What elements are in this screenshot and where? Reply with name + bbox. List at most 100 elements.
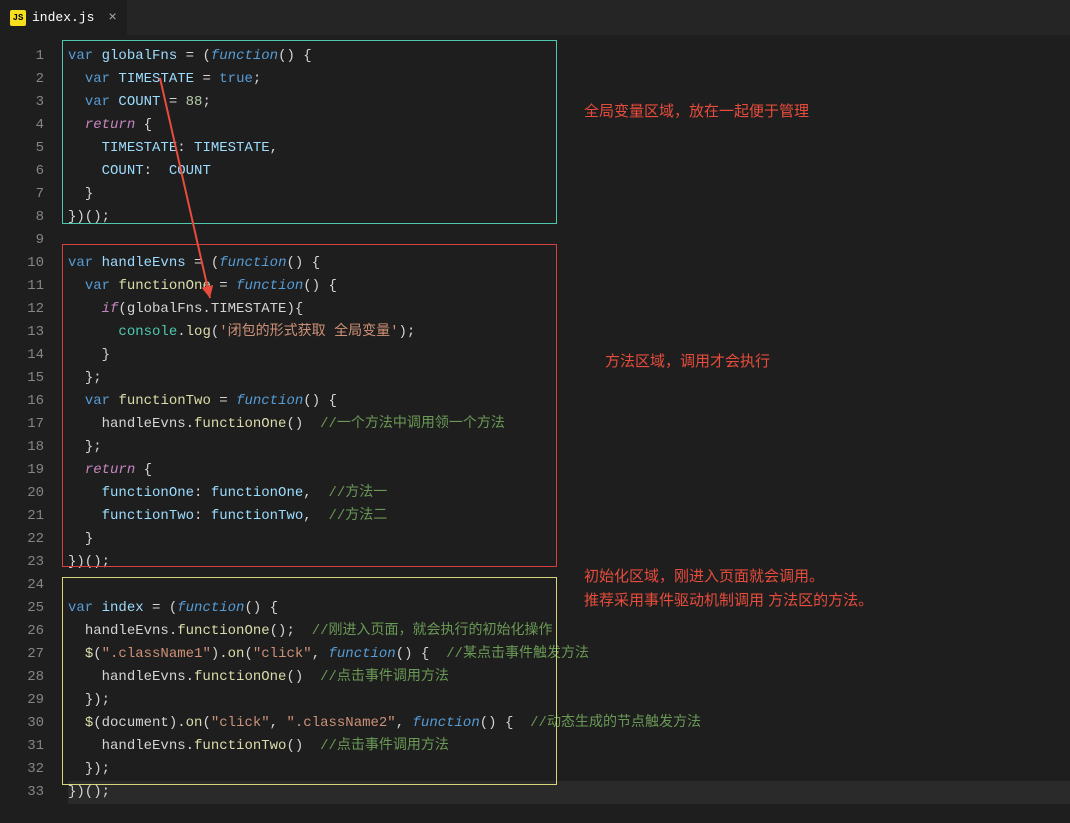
line-number: 28 bbox=[0, 666, 44, 689]
code-line[interactable]: if(globalFns.TIMESTATE){ bbox=[68, 298, 1070, 321]
code-line[interactable]: TIMESTATE: TIMESTATE, bbox=[68, 137, 1070, 160]
punct: } bbox=[85, 186, 93, 202]
indent-guide bbox=[68, 646, 85, 662]
code-line[interactable]: } bbox=[68, 344, 1070, 367]
code-line[interactable]: functionTwo: functionTwo, //方法二 bbox=[68, 505, 1070, 528]
line-number: 13 bbox=[0, 321, 44, 344]
line-number: 33 bbox=[0, 781, 44, 804]
space bbox=[228, 278, 236, 294]
punct: }; bbox=[85, 439, 102, 455]
code-line[interactable]: handleEvns.functionOne(); //刚进入页面，就会执行的初… bbox=[68, 620, 1070, 643]
string: ".className2" bbox=[286, 715, 395, 731]
code-line[interactable]: handleEvns.functionOne() //点击事件调用方法 bbox=[68, 666, 1070, 689]
function-name: functionTwo bbox=[194, 738, 286, 754]
indent-guide bbox=[68, 186, 85, 202]
keyword: function bbox=[211, 48, 278, 64]
line-number: 29 bbox=[0, 689, 44, 712]
identifier: COUNT bbox=[110, 94, 169, 110]
code-line[interactable]: var functionOne = function() { bbox=[68, 275, 1070, 298]
indent-guide bbox=[68, 324, 118, 340]
code-line[interactable]: })(); bbox=[68, 551, 1070, 574]
keyword: var bbox=[68, 48, 93, 64]
identifier: TIMESTATE bbox=[194, 140, 270, 156]
keyword: var bbox=[85, 71, 110, 87]
code-line[interactable]: console.log('闭包的形式获取 全局变量'); bbox=[68, 321, 1070, 344]
boolean: true bbox=[219, 71, 253, 87]
code-line[interactable]: }; bbox=[68, 367, 1070, 390]
dots bbox=[312, 485, 329, 501]
indent-guide bbox=[68, 485, 102, 501]
property: COUNT bbox=[102, 163, 144, 179]
string: "click" bbox=[211, 715, 270, 731]
code-line[interactable]: functionOne: functionOne, //方法一 bbox=[68, 482, 1070, 505]
punct: ( bbox=[93, 646, 101, 662]
punct: })(); bbox=[68, 784, 110, 800]
code-line[interactable]: } bbox=[68, 183, 1070, 206]
code-line[interactable]: handleEvns.functionOne() //一个方法中调用领一个方法 bbox=[68, 413, 1070, 436]
keyword: var bbox=[85, 278, 110, 294]
indent-guide bbox=[68, 278, 85, 294]
indent-guide bbox=[68, 71, 85, 87]
code-line[interactable]: COUNT: COUNT bbox=[68, 160, 1070, 183]
code-line[interactable]: var COUNT = 88; bbox=[68, 91, 1070, 114]
code-area[interactable]: var globalFns = (function() { var TIMEST… bbox=[58, 35, 1070, 823]
indent-guide bbox=[68, 301, 102, 317]
dots bbox=[312, 508, 329, 524]
space bbox=[211, 71, 219, 87]
code-line[interactable]: })(); bbox=[68, 206, 1070, 229]
identifier: functionOne bbox=[211, 485, 303, 501]
punct: { bbox=[135, 462, 152, 478]
dots bbox=[513, 715, 530, 731]
indent-guide bbox=[68, 692, 85, 708]
code-line[interactable]: return { bbox=[68, 114, 1070, 137]
tab-bar: JS index.js × bbox=[0, 0, 1070, 35]
keyword: function bbox=[177, 600, 244, 616]
line-number: 22 bbox=[0, 528, 44, 551]
code-line[interactable]: }); bbox=[68, 758, 1070, 781]
line-number: 31 bbox=[0, 735, 44, 758]
code-line[interactable]: var handleEvns = (function() { bbox=[68, 252, 1070, 275]
punct: : bbox=[177, 140, 194, 156]
code-line[interactable]: handleEvns.functionTwo() //点击事件调用方法 bbox=[68, 735, 1070, 758]
number: 88 bbox=[186, 94, 203, 110]
code-line[interactable]: } bbox=[68, 528, 1070, 551]
line-number: 11 bbox=[0, 275, 44, 298]
dots bbox=[303, 416, 320, 432]
punct: : bbox=[144, 163, 169, 179]
code-line[interactable]: var functionTwo = function() { bbox=[68, 390, 1070, 413]
punct: }); bbox=[85, 761, 110, 777]
punct: ( bbox=[194, 48, 211, 64]
tab-index-js[interactable]: JS index.js × bbox=[0, 0, 128, 35]
code-line[interactable]: var TIMESTATE = true; bbox=[68, 68, 1070, 91]
code-line[interactable]: return { bbox=[68, 459, 1070, 482]
code-line[interactable]: }; bbox=[68, 436, 1070, 459]
comment: //一个方法中调用领一个方法 bbox=[320, 416, 505, 432]
property: functionOne bbox=[102, 485, 194, 501]
editor[interactable]: 1234567891011121314151617181920212223242… bbox=[0, 35, 1070, 823]
line-number: 2 bbox=[0, 68, 44, 91]
line-number: 26 bbox=[0, 620, 44, 643]
indent-guide bbox=[68, 508, 102, 524]
keyword: var bbox=[68, 600, 93, 616]
indent-guide bbox=[68, 117, 85, 133]
punct: : bbox=[194, 508, 211, 524]
code-line[interactable]: }); bbox=[68, 689, 1070, 712]
code-line[interactable]: $(".className1").on("click", function() … bbox=[68, 643, 1070, 666]
keyword: function bbox=[236, 393, 303, 409]
line-number: 7 bbox=[0, 183, 44, 206]
space bbox=[211, 278, 219, 294]
indent-guide bbox=[68, 416, 102, 432]
dots bbox=[295, 623, 312, 639]
code-line[interactable]: var index = (function() { bbox=[68, 597, 1070, 620]
code-line[interactable]: $(document).on("click", ".className2", f… bbox=[68, 712, 1070, 735]
comment: //点击事件调用方法 bbox=[320, 738, 449, 754]
code-line[interactable] bbox=[68, 229, 1070, 252]
expression: (document). bbox=[93, 715, 185, 731]
code-line[interactable]: })(); bbox=[68, 781, 1070, 804]
indent-guide bbox=[68, 761, 85, 777]
identifier: handleEvns bbox=[93, 255, 194, 271]
code-line[interactable] bbox=[68, 574, 1070, 597]
code-line[interactable]: var globalFns = (function() { bbox=[68, 45, 1070, 68]
close-icon[interactable]: × bbox=[108, 10, 116, 26]
line-number: 8 bbox=[0, 206, 44, 229]
